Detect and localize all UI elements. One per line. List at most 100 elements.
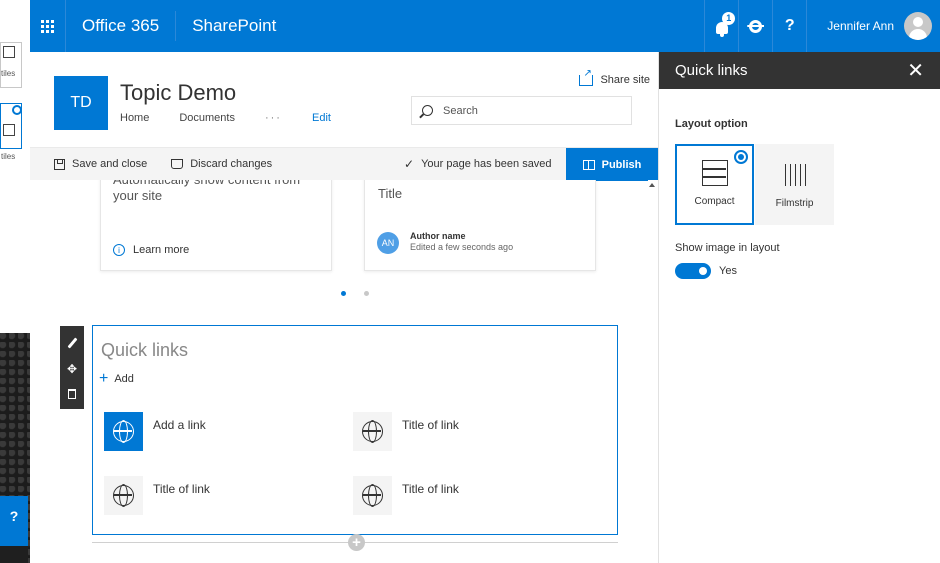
- globe-icon: [362, 484, 383, 507]
- quick-links-title[interactable]: Quick links: [101, 340, 188, 361]
- nav-item-home[interactable]: Home: [120, 112, 149, 124]
- card-description-line2: your site: [113, 188, 163, 203]
- quick-link-item[interactable]: Title of link: [353, 476, 459, 515]
- learn-more-label: Learn more: [133, 244, 190, 256]
- save-icon: [54, 158, 65, 170]
- background-strip: [0, 546, 28, 563]
- link-title: Title of link: [402, 482, 459, 496]
- sharepoint-window: Office 365 SharePoint 1 ? Jennifer Ann T…: [30, 0, 940, 563]
- radio-selected-icon: [12, 105, 22, 115]
- radio-selected-icon: [734, 150, 748, 164]
- share-site-label: Share site: [600, 74, 650, 86]
- canvas-scrollbar[interactable]: [648, 180, 658, 563]
- quick-links-webpart[interactable]: Quick links + Add Add a link Title of li…: [92, 325, 618, 535]
- site-title[interactable]: Topic Demo: [120, 80, 236, 106]
- quick-link-item[interactable]: Add a link: [104, 412, 206, 451]
- site-logo[interactable]: TD: [54, 76, 108, 130]
- carousel-dot-active[interactable]: [341, 291, 346, 296]
- search-placeholder: Search: [443, 104, 478, 117]
- nav-item-documents[interactable]: Documents: [179, 112, 235, 124]
- compact-layout-icon: [701, 160, 728, 186]
- author-avatar: AN: [377, 232, 399, 254]
- discard-icon: [171, 159, 184, 169]
- publish-label: Publish: [601, 158, 642, 171]
- link-thumbnail: [104, 476, 143, 515]
- tile-label: tiles: [1, 69, 16, 78]
- show-image-toggle-row: Yes: [675, 263, 737, 279]
- layout-option-compact[interactable]: Compact: [675, 144, 754, 225]
- quick-link-item[interactable]: Title of link: [104, 476, 210, 515]
- edited-timestamp: Edited a few seconds ago: [410, 242, 514, 252]
- notification-badge: 1: [722, 12, 736, 25]
- close-icon[interactable]: ✕: [907, 58, 924, 83]
- property-pane: Quick links ✕ Layout option Compact Film…: [658, 52, 940, 563]
- search-box[interactable]: Search: [411, 96, 632, 125]
- show-image-label: Show image in layout: [675, 242, 780, 254]
- globe-icon: [113, 420, 134, 443]
- link-title: Title of link: [153, 482, 210, 496]
- card-title: Title: [378, 186, 403, 201]
- news-card[interactable]: Title AN Author name Edited a few second…: [364, 180, 596, 271]
- background-window: tiles tiles ?: [0, 0, 30, 563]
- delete-webpart-icon[interactable]: [68, 388, 76, 399]
- filmstrip-layout-icon: [782, 164, 808, 186]
- link-thumbnail: [353, 412, 392, 451]
- waffle-icon: [41, 19, 54, 33]
- carousel-dots: [341, 291, 369, 296]
- info-icon: i: [113, 244, 125, 256]
- scroll-up-arrow-icon[interactable]: [649, 183, 655, 187]
- background-tile-option-selected[interactable]: tiles: [0, 103, 22, 161]
- nav-edit-link[interactable]: Edit: [312, 112, 331, 124]
- edit-webpart-icon[interactable]: [66, 336, 78, 349]
- property-pane-title: Quick links: [675, 62, 748, 79]
- save-status-text: Your page has been saved: [421, 158, 552, 170]
- layout-option-label-filmstrip: Filmstrip: [775, 198, 814, 209]
- grid-icon: [3, 124, 15, 136]
- command-bar: Save and close Discard changes ✓ Your pa…: [30, 147, 658, 181]
- nav-more-button[interactable]: ···: [265, 112, 282, 124]
- webpart-toolbar: ✥: [60, 326, 84, 409]
- help-button[interactable]: ?: [772, 0, 806, 52]
- share-icon: [579, 68, 594, 86]
- app-launcher-button[interactable]: [30, 0, 66, 52]
- move-webpart-icon[interactable]: ✥: [67, 362, 77, 376]
- toggle-state-label: Yes: [719, 265, 737, 277]
- office-365-link[interactable]: Office 365: [66, 11, 177, 41]
- share-site-button[interactable]: Share site: [579, 68, 650, 86]
- user-menu[interactable]: Jennifer Ann: [806, 0, 940, 52]
- settings-button[interactable]: [738, 0, 772, 52]
- avatar: [904, 12, 932, 40]
- carousel-dot[interactable]: [364, 291, 369, 296]
- add-section-button[interactable]: +: [348, 534, 365, 551]
- gear-icon: [749, 19, 763, 33]
- save-and-close-label: Save and close: [72, 158, 148, 170]
- layout-option-filmstrip[interactable]: Filmstrip: [755, 144, 834, 225]
- background-tile-option[interactable]: tiles: [0, 42, 22, 88]
- discard-changes-label: Discard changes: [190, 158, 273, 170]
- site-header: TD Topic Demo Home Documents ··· Edit Sh…: [30, 52, 658, 145]
- show-image-toggle[interactable]: [675, 263, 711, 279]
- discard-changes-button[interactable]: Discard changes: [171, 158, 272, 170]
- sharepoint-link[interactable]: SharePoint: [176, 11, 292, 41]
- publish-button[interactable]: Publish: [566, 148, 658, 181]
- quick-link-item[interactable]: Title of link: [353, 412, 459, 451]
- tile-icon: [3, 46, 15, 58]
- save-and-close-button[interactable]: Save and close: [54, 158, 147, 170]
- news-card-placeholder[interactable]: Automatically show content from your sit…: [100, 180, 332, 271]
- background-help-button[interactable]: ?: [0, 496, 28, 546]
- globe-icon: [362, 420, 383, 443]
- tile-label: tiles: [1, 152, 16, 161]
- user-name: Jennifer Ann: [827, 19, 894, 33]
- link-thumbnail: [353, 476, 392, 515]
- layout-option-label-compact: Compact: [694, 196, 735, 207]
- add-link-label: Add: [114, 373, 134, 385]
- search-icon: [422, 105, 433, 116]
- link-title: Title of link: [402, 418, 459, 432]
- learn-more-link[interactable]: i Learn more: [113, 244, 189, 256]
- page-canvas: Automatically show content from your sit…: [30, 180, 658, 563]
- globe-icon: [113, 484, 134, 507]
- site-navigation: Home Documents ··· Edit: [120, 112, 361, 124]
- notifications-button[interactable]: 1: [704, 0, 738, 52]
- add-link-button[interactable]: + Add: [99, 370, 134, 388]
- author-name: Author name: [410, 231, 466, 241]
